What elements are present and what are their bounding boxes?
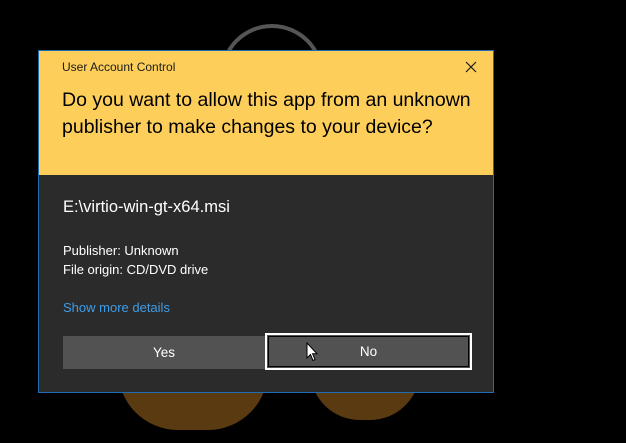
mouse-cursor-icon [306,342,318,362]
close-icon [465,61,477,73]
uac-dialog: User Account Control Do you want to allo… [38,50,494,393]
file-origin-text: File origin: CD/DVD drive [63,262,209,277]
no-button-label: No [359,344,378,359]
program-details: Publisher: Unknown File origin: CD/DVD d… [63,241,208,279]
dialog-header: User Account Control Do you want to allo… [39,51,493,175]
yes-button[interactable]: Yes [63,336,265,369]
close-button[interactable] [458,56,484,78]
yes-button-label: Yes [152,345,176,360]
publisher-text: Publisher: Unknown [63,243,179,258]
no-button[interactable]: No [265,333,472,370]
program-filename: E:\virtio-win-gt-x64.msi [63,198,230,216]
dialog-title: User Account Control [62,60,176,74]
show-more-details-link[interactable]: Show more details [63,300,170,315]
dialog-question: Do you want to allow this app from an un… [62,89,471,138]
